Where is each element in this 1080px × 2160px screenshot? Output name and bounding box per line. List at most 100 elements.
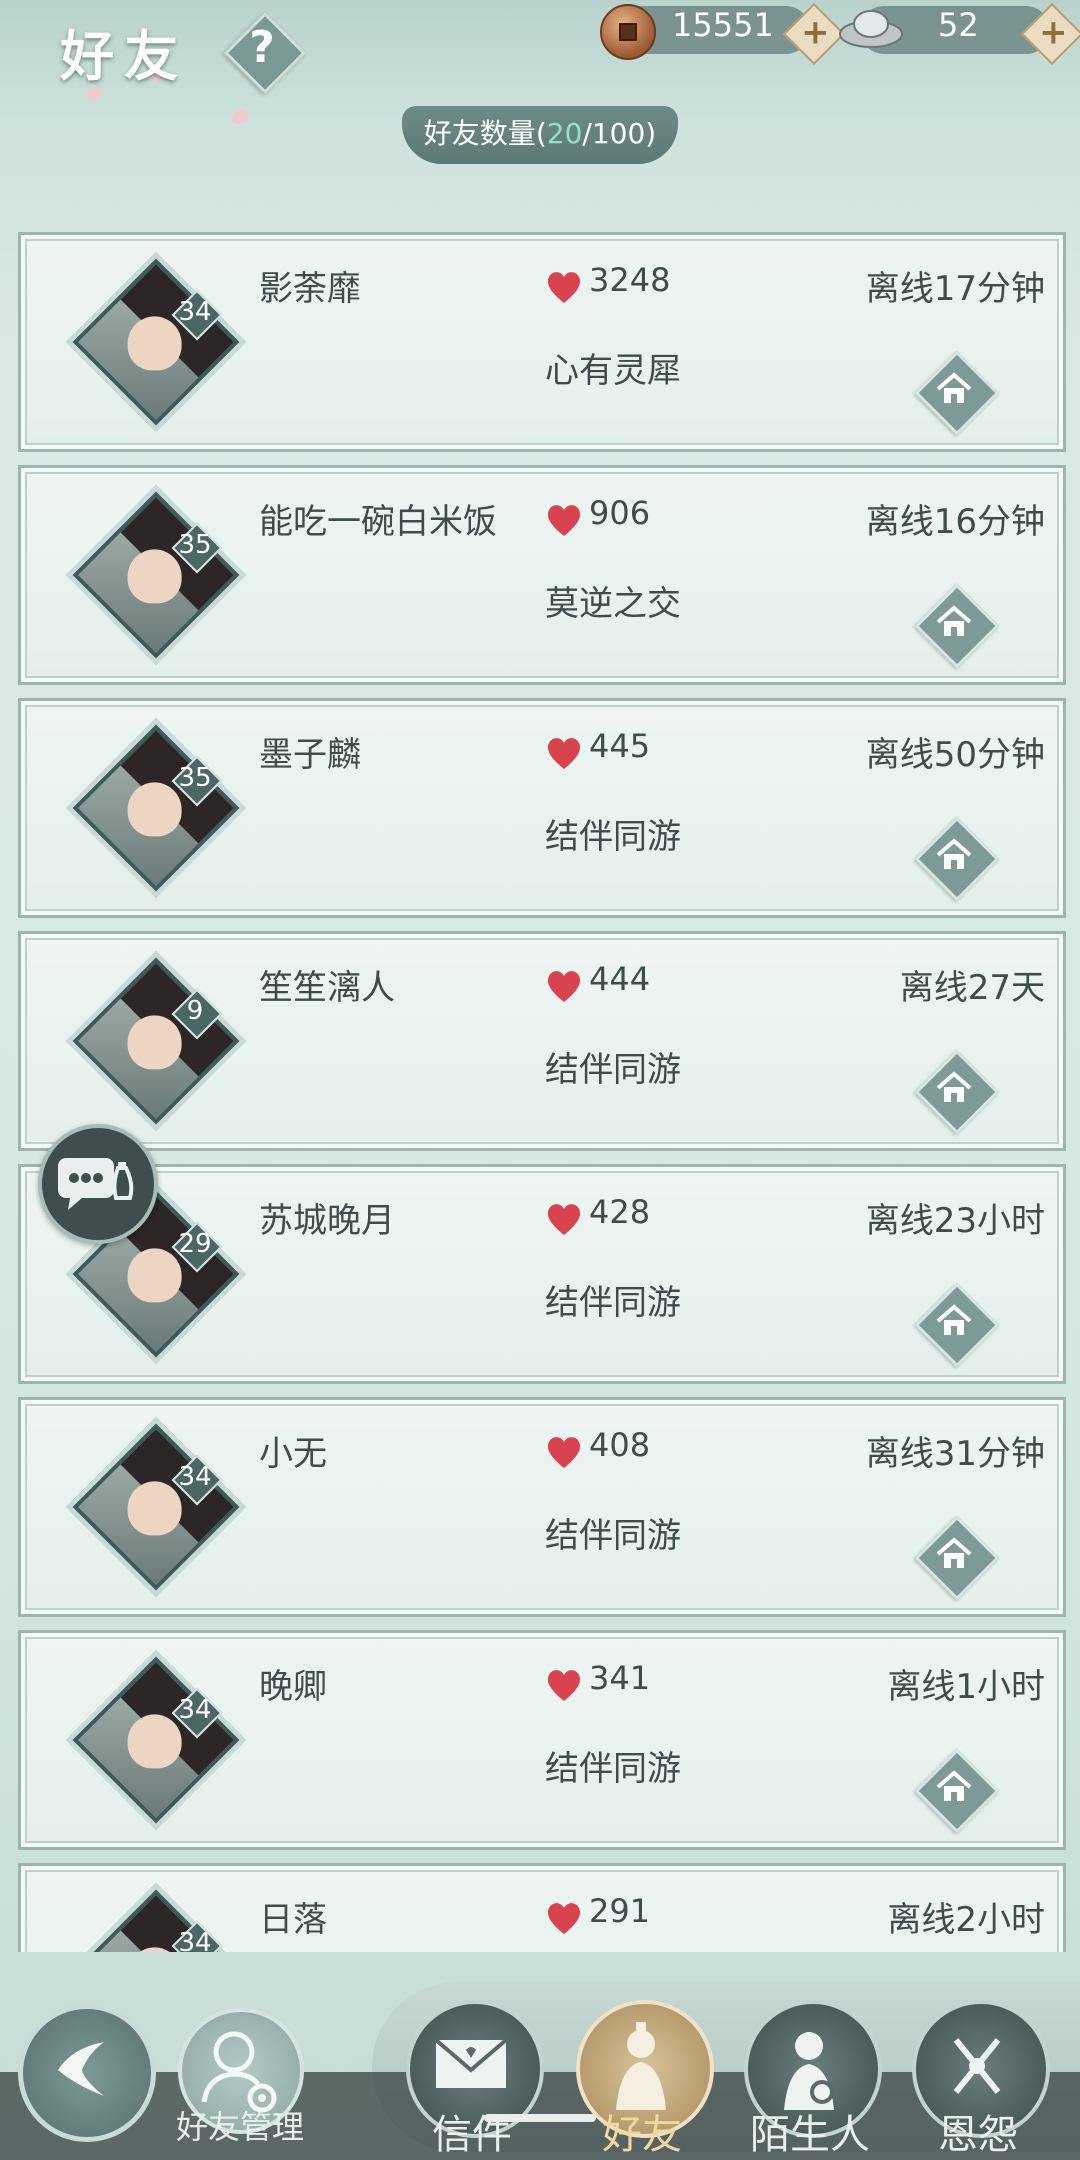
online-status: 离线23小时	[865, 1201, 1045, 1241]
home-icon	[936, 605, 972, 636]
friend-name: 日落	[259, 1900, 327, 1940]
friend-card[interactable]: 9 笙笙漓人 444 结伴同游 离线27天	[18, 931, 1066, 1151]
level-value: 35	[178, 530, 212, 560]
intimacy-score: 445	[589, 727, 651, 765]
back-arrow-icon	[58, 2042, 104, 2096]
heart-icon	[547, 1204, 581, 1235]
home-icon	[936, 1071, 972, 1102]
plus-icon: +	[801, 12, 830, 53]
level-badge: 34	[171, 1687, 223, 1739]
friend-list[interactable]: 34 影荼靡 3248 心有灵犀 离线17分钟 35 能吃一碗白米饭 906 莫…	[18, 232, 1068, 1952]
friend-card[interactable]: 35 能吃一碗白米饭 906 莫逆之交 离线16分钟	[18, 465, 1066, 685]
friend-name: 小无	[259, 1434, 327, 1474]
heart-icon	[547, 738, 581, 769]
silver-amount: 52	[938, 6, 979, 44]
friend-name: 笙笙漓人	[259, 968, 395, 1008]
relationship-label: 莫逆之交	[545, 584, 681, 624]
home-icon	[936, 1304, 972, 1335]
friend-name: 墨子麟	[259, 735, 361, 775]
friend-card[interactable]: 34 影荼靡 3248 心有灵犀 离线17分钟	[18, 232, 1066, 452]
heart-icon	[547, 1670, 581, 1701]
friend-card[interactable]: 34 日落 291 离线2小时	[18, 1863, 1066, 1952]
visit-home-button[interactable]	[914, 583, 1000, 669]
level-badge: 34	[171, 1454, 223, 1506]
silver-ingot-icon	[839, 10, 903, 48]
friend-name: 苏城晚月	[259, 1201, 395, 1241]
level-value: 35	[178, 763, 212, 793]
friend-card[interactable]: 34 晚卿 341 结伴同游 离线1小时	[18, 1630, 1066, 1850]
visit-home-button[interactable]	[914, 1515, 1000, 1601]
home-icon	[936, 1770, 972, 1801]
online-status: 离线27天	[899, 968, 1045, 1008]
back-button[interactable]	[18, 2004, 156, 2142]
petal-decoration	[232, 110, 248, 124]
heart-icon	[547, 1437, 581, 1468]
online-status: 离线2小时	[887, 1900, 1045, 1940]
relationship-label: 结伴同游	[545, 1516, 681, 1556]
friend-card[interactable]: 35 墨子麟 445 结伴同游 离线50分钟	[18, 698, 1066, 918]
copper-coin-icon	[600, 4, 656, 60]
friend-card[interactable]: 34 小无 408 结伴同游 离线31分钟	[18, 1397, 1066, 1617]
friend-avatar[interactable]	[72, 1423, 240, 1591]
visit-home-button[interactable]	[914, 816, 1000, 902]
heart-icon	[547, 272, 581, 303]
online-status: 离线31分钟	[865, 1434, 1045, 1474]
friend-avatar[interactable]	[72, 258, 240, 426]
friend-avatar[interactable]	[72, 724, 240, 892]
level-value: 34	[178, 1695, 212, 1725]
level-value: 34	[178, 1462, 212, 1492]
friend-avatar[interactable]	[72, 491, 240, 659]
home-indicator	[484, 2114, 596, 2122]
intimacy-score: 291	[589, 1892, 651, 1930]
visit-home-button[interactable]	[914, 1748, 1000, 1834]
chat-bubble-button[interactable]	[38, 1124, 158, 1244]
friend-name: 影荼靡	[259, 269, 361, 309]
friend-avatar[interactable]	[72, 1656, 240, 1824]
tab-strangers-label: 陌生人	[750, 2112, 870, 2158]
friend-avatar[interactable]	[72, 957, 240, 1125]
relationship-label: 结伴同游	[545, 1050, 681, 1090]
copper-amount: 15551	[672, 6, 774, 44]
online-status: 离线17分钟	[865, 269, 1045, 309]
intimacy-score: 3248	[589, 261, 671, 299]
friend-count: 好友数量(20/100)	[402, 106, 678, 164]
friend-card[interactable]: 29 苏城晚月 428 结伴同游 离线23小时	[18, 1164, 1066, 1384]
visit-home-button[interactable]	[914, 1049, 1000, 1135]
chat-icon	[58, 1158, 134, 1210]
level-value: 34	[178, 1928, 212, 1952]
visit-home-button[interactable]	[914, 1282, 1000, 1368]
tab-grudges-label: 恩怨	[938, 2112, 1018, 2158]
level-value: 34	[178, 297, 212, 327]
relationship-label: 心有灵犀	[545, 351, 681, 391]
level-badge: 35	[171, 522, 223, 574]
intimacy-score: 428	[589, 1193, 651, 1231]
friend-name: 能吃一碗白米饭	[259, 502, 497, 542]
home-icon	[936, 372, 972, 403]
heart-icon	[547, 971, 581, 1002]
online-status: 离线1小时	[887, 1667, 1045, 1707]
page-title: 好友	[60, 24, 188, 88]
level-badge: 34	[171, 289, 223, 341]
visit-home-button[interactable]	[914, 350, 1000, 436]
plus-icon: +	[1039, 12, 1068, 53]
relationship-label: 结伴同游	[545, 817, 681, 857]
level-value: 29	[178, 1229, 212, 1259]
friend-management-label: 好友管理	[175, 2108, 304, 2146]
top-bar: 好友 ? 15551 + 52 + 好友数量(20/100)	[0, 0, 1080, 180]
online-status: 离线50分钟	[865, 735, 1045, 775]
heart-icon	[547, 505, 581, 536]
intimacy-score: 341	[589, 1659, 651, 1697]
relationship-label: 结伴同游	[545, 1283, 681, 1323]
home-icon	[936, 838, 972, 869]
help-button[interactable]: ?	[223, 11, 307, 95]
tab-friends-label: 好友	[602, 2112, 682, 2158]
intimacy-score: 408	[589, 1426, 651, 1464]
level-badge: 29	[171, 1221, 223, 1273]
online-status: 离线16分钟	[865, 502, 1045, 542]
level-badge: 9	[171, 988, 223, 1040]
level-badge: 35	[171, 755, 223, 807]
bottom-nav: 好友管理 信件 好友 陌生人 恩怨	[0, 1956, 1080, 2160]
level-badge: 34	[171, 1920, 223, 1952]
tab-mail-label: 信件	[432, 2112, 512, 2158]
relationship-label: 结伴同游	[545, 1749, 681, 1789]
